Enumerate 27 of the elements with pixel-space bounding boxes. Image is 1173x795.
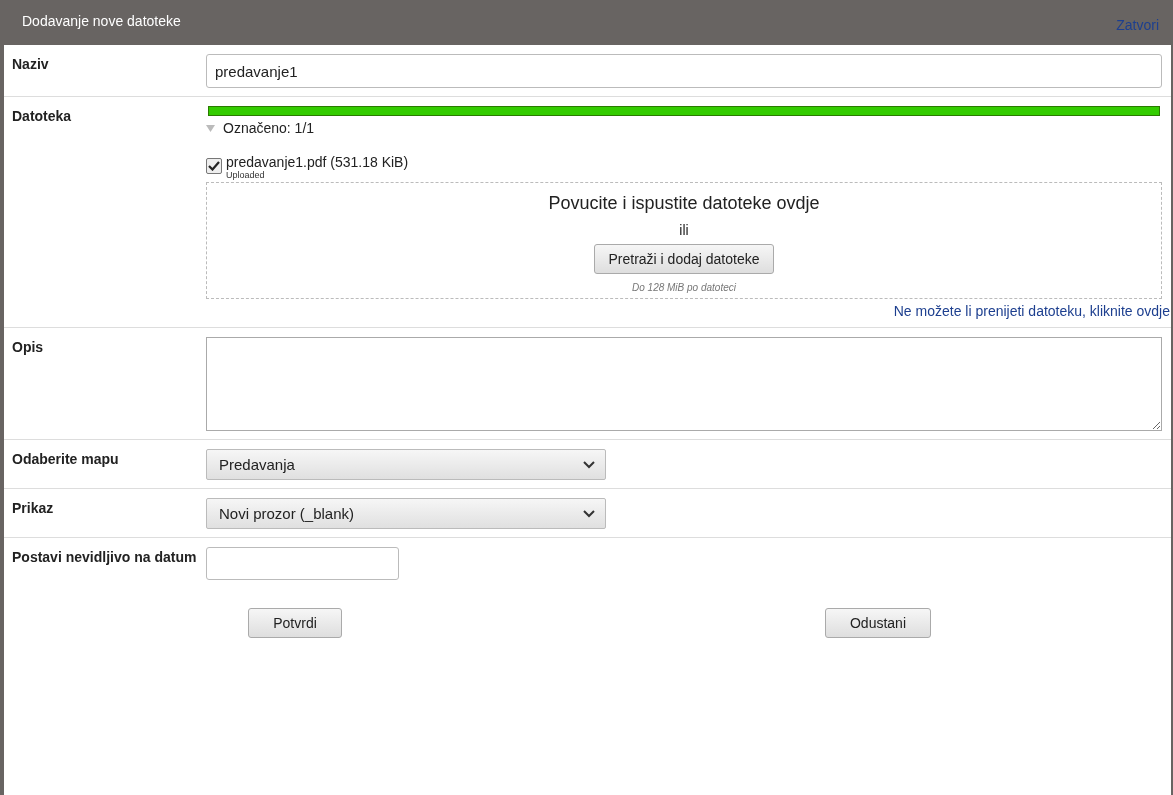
file-name: predavanje1.pdf (531.18 KiB): [226, 154, 409, 170]
cancel-button[interactable]: Odustani: [825, 608, 931, 638]
field-label: Naziv: [12, 55, 50, 74]
selection-summary: Označeno: 1/1: [223, 120, 315, 136]
size-limit-note: Do 128 MiB po datoteci: [632, 282, 736, 293]
date-input[interactable]: [206, 547, 399, 580]
description-textarea[interactable]: [206, 337, 1162, 431]
confirm-button[interactable]: Potvrdi: [248, 608, 342, 638]
field-label: Odaberite mapu: [12, 450, 120, 469]
upload-status: Uploaded: [226, 170, 266, 180]
field-label: Datoteka: [12, 107, 73, 126]
name-input[interactable]: predavanje1: [206, 54, 1162, 88]
dropdown[interactable]: Predavanja: [206, 449, 606, 480]
field-label: Prikaz: [12, 499, 55, 518]
drop-zone[interactable]: Povucite i ispustite datoteke ovdje ili Pretraži i dodaj datoteke Do 128 MiB po datoteci: [206, 182, 1162, 299]
browse-button[interactable]: Pretraži i dodaj datoteke: [593, 244, 775, 274]
drop-hint: Povucite i ispustite datoteke ovdje: [548, 193, 820, 214]
dropdown[interactable]: Novi prozor (_blank): [206, 498, 606, 529]
file-checkbox[interactable]: [206, 158, 222, 174]
fallback-upload-link[interactable]: Ne možete li prenijeti datoteku, kliknite ovdje: [206, 303, 1170, 319]
field-label: Opis: [12, 338, 45, 357]
or-text: ili: [679, 222, 689, 238]
chevron-down-icon: [583, 460, 595, 469]
triangle-down-icon[interactable]: [206, 124, 215, 132]
dialog-title: Dodavanje nove datoteke: [22, 13, 181, 29]
field-label: Postavi nevidljivo na datum: [12, 548, 198, 567]
chevron-down-icon: [583, 509, 595, 518]
